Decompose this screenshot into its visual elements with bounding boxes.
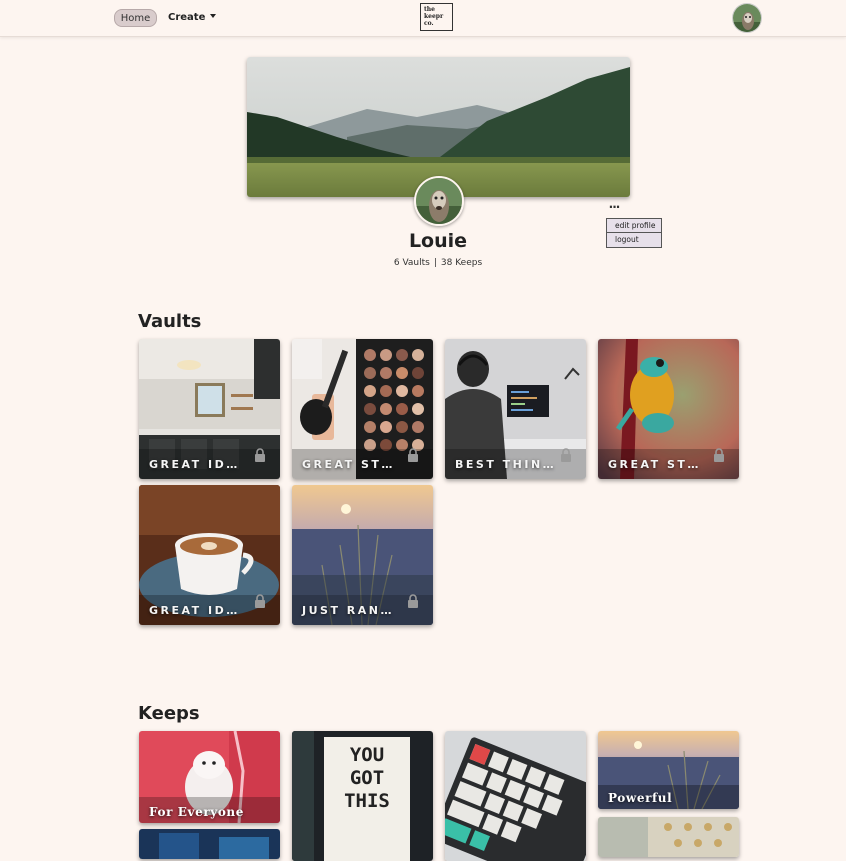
logo[interactable]: the keepr co. bbox=[420, 3, 453, 31]
vault-card[interactable]: GREAT ST… bbox=[292, 339, 433, 479]
logo-line: co. bbox=[424, 20, 434, 27]
keeps-heading: Keeps bbox=[138, 703, 200, 724]
vault-card[interactable]: BEST THIN… bbox=[445, 339, 586, 479]
vaults-heading: Vaults bbox=[138, 311, 202, 332]
vault-title: JUST RAN… bbox=[302, 604, 394, 617]
more-options-button[interactable]: ... bbox=[606, 198, 622, 212]
home-button[interactable]: Home bbox=[114, 9, 157, 27]
vault-card[interactable]: GREAT ID… bbox=[139, 485, 280, 625]
vaults-count: 6 Vaults bbox=[393, 258, 430, 268]
create-dropdown[interactable]: Create bbox=[168, 9, 217, 27]
vault-title: GREAT ST… bbox=[302, 458, 395, 471]
edit-profile-option[interactable]: edit profile bbox=[607, 219, 661, 233]
profile-avatar bbox=[414, 176, 464, 226]
logout-option[interactable]: logout bbox=[607, 233, 661, 247]
vault-title: GREAT ST… bbox=[608, 458, 701, 471]
logo-line: keepr bbox=[424, 13, 444, 20]
lock-icon bbox=[408, 448, 418, 462]
keep-card[interactable] bbox=[598, 817, 739, 857]
sign-line: YOU bbox=[350, 744, 384, 766]
lock-icon bbox=[255, 594, 265, 608]
caret-down-icon bbox=[210, 14, 217, 18]
create-label: Create bbox=[168, 12, 206, 23]
vault-card[interactable]: GREAT ST… bbox=[598, 339, 739, 479]
vault-title: BEST THIN… bbox=[455, 458, 557, 471]
navbar: Home Create the keepr co. bbox=[0, 0, 846, 37]
keep-card[interactable] bbox=[139, 829, 280, 859]
stats-separator: | bbox=[433, 258, 437, 268]
lock-icon bbox=[714, 448, 724, 462]
vault-title: GREAT ID… bbox=[149, 604, 240, 617]
wallpaper-photo bbox=[598, 817, 739, 857]
keep-card[interactable]: YOU GOT THIS bbox=[292, 731, 433, 861]
keep-card[interactable] bbox=[445, 731, 586, 861]
lock-icon bbox=[408, 594, 418, 608]
vault-title: GREAT ID… bbox=[149, 458, 240, 471]
lock-icon bbox=[561, 448, 571, 462]
sign-line: THIS bbox=[344, 790, 390, 812]
profile-name: Louie bbox=[408, 230, 468, 252]
keep-card[interactable]: For Everyone bbox=[139, 731, 280, 823]
logo-line: the bbox=[424, 6, 435, 13]
keep-card[interactable]: Powerful bbox=[598, 731, 739, 809]
vault-card[interactable]: GREAT ID… bbox=[139, 339, 280, 479]
sign-line: GOT bbox=[350, 767, 384, 789]
blue-room-photo bbox=[139, 829, 280, 859]
lock-icon bbox=[255, 448, 265, 462]
user-avatar[interactable] bbox=[732, 3, 762, 33]
keeps-count: 38 Keeps bbox=[440, 258, 483, 268]
lightbox-sign-photo: YOU GOT THIS bbox=[292, 731, 433, 861]
keep-title: For Everyone bbox=[149, 805, 244, 819]
profile-stats: 6 Vaults | 38 Keeps bbox=[338, 258, 538, 268]
keep-title: Powerful bbox=[608, 791, 673, 805]
profile-menu: edit profile logout bbox=[606, 218, 662, 248]
keyboard-photo bbox=[445, 731, 586, 861]
vault-card[interactable]: JUST RAN… bbox=[292, 485, 433, 625]
